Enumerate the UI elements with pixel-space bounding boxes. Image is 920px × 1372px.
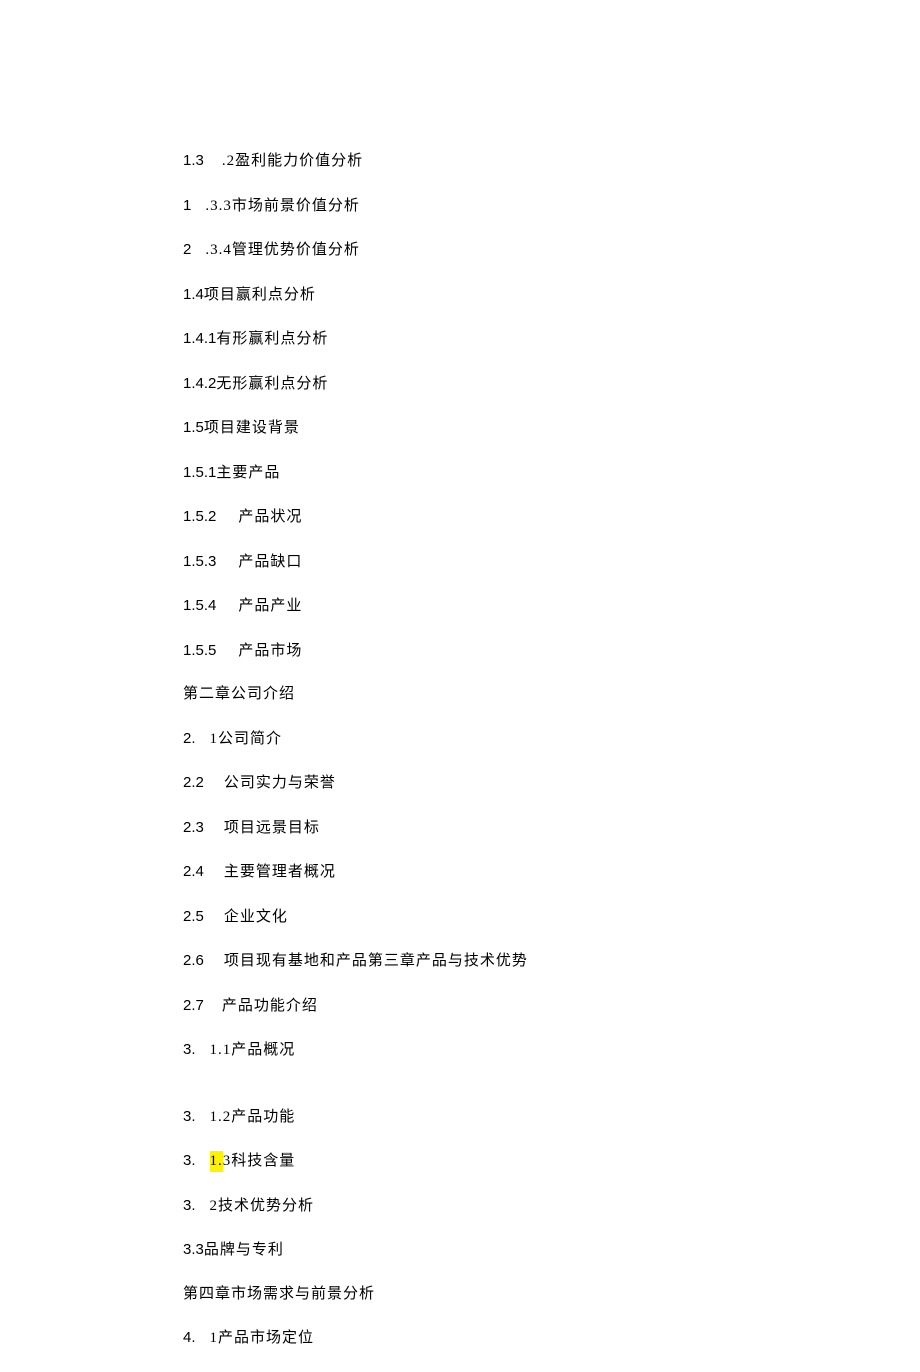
toc-entry: 1 .3.3市场前景价值分析 — [183, 195, 920, 217]
entry-text: 产品缺口 — [238, 554, 302, 570]
entry-text: 1.2产品功能 — [210, 1109, 296, 1125]
toc-entry: 1.5.3 产品缺口 — [183, 551, 920, 573]
entry-number: 2.2 — [183, 774, 204, 791]
toc-entry: 2.2 公司实力与荣誉 — [183, 772, 920, 794]
entry-text: 产品状况 — [238, 509, 302, 525]
toc-entry: 3. 2技术优势分析 — [183, 1195, 920, 1217]
toc-entry: 1.3 .2盈利能力价值分析 — [183, 150, 920, 172]
entry-text: 产品功能介绍 — [222, 998, 318, 1014]
toc-entry: 2.4 主要管理者概况 — [183, 861, 920, 883]
entry-text: 公司实力与荣誉 — [224, 775, 336, 791]
toc-entry: 2. 1公司简介 — [183, 728, 920, 750]
entry-text: 项目远景目标 — [224, 820, 320, 836]
entry-text: .3.4管理优势价值分析 — [205, 242, 360, 258]
entry-number: 3.3 — [183, 1241, 204, 1258]
entry-number: 2. — [183, 730, 196, 747]
entry-number: 1.5.1 — [183, 464, 216, 481]
entry-number: 1.5.2 — [183, 508, 216, 525]
entry-text: 主要管理者概况 — [224, 864, 336, 880]
entry-number: 2.7 — [183, 997, 204, 1014]
entry-number: 3. — [183, 1152, 196, 1169]
entry-number: 1.5.3 — [183, 553, 216, 570]
entry-text: 3科技含量 — [223, 1153, 296, 1169]
entry-text: 2技术优势分析 — [210, 1198, 315, 1214]
toc-entry: 1.4项目赢利点分析 — [183, 284, 920, 306]
entry-text: 1产品市场定位 — [210, 1330, 315, 1346]
entry-number: 2 — [183, 241, 191, 258]
entry-number: 2.6 — [183, 952, 204, 969]
toc-entry: 1.5.1主要产品 — [183, 462, 920, 484]
entry-text: 企业文化 — [224, 909, 288, 925]
entry-number: 1.4.2 — [183, 375, 216, 392]
toc-entry: 1.5.4 产品产业 — [183, 595, 920, 617]
entry-number: 3. — [183, 1197, 196, 1214]
entry-text: .2盈利能力价值分析 — [222, 153, 363, 169]
toc-entry: 1.4.2无形赢利点分析 — [183, 373, 920, 395]
entry-text: 项目赢利点分析 — [204, 287, 316, 303]
entry-text: 产品产业 — [238, 598, 302, 614]
entry-number: 1.4.1 — [183, 330, 216, 347]
entry-text: 主要产品 — [216, 465, 280, 481]
entry-text: 1.1产品概况 — [210, 1042, 296, 1058]
entry-number: 3. — [183, 1108, 196, 1125]
entry-number: 2.5 — [183, 908, 204, 925]
toc-entry: 4. 1产品市场定位 — [183, 1327, 920, 1349]
entry-text: 无形赢利点分析 — [216, 376, 328, 392]
entry-text: 第二章公司介绍 — [183, 686, 295, 702]
entry-text: .3.3市场前景价值分析 — [205, 198, 360, 214]
entry-text: 项目现有基地和产品第三章产品与技术优势 — [224, 953, 528, 969]
entry-number: 1.5.4 — [183, 597, 216, 614]
entry-number: 1.5 — [183, 419, 204, 436]
entry-number: 2.4 — [183, 863, 204, 880]
toc-entry: 3. 1.3科技含量 — [183, 1150, 920, 1172]
entry-number: 1.4 — [183, 286, 204, 303]
toc-entry: 3. 1.1产品概况 — [183, 1039, 920, 1061]
toc-entry: 2.7 产品功能介绍 — [183, 995, 920, 1017]
entry-text: 第四章市场需求与前景分析 — [183, 1286, 375, 1302]
entry-number: 3. — [183, 1041, 196, 1058]
toc-entry: 1.4.1有形赢利点分析 — [183, 328, 920, 350]
toc-entry: 3. 1.2产品功能 — [183, 1106, 920, 1128]
entry-text: 项目建设背景 — [204, 420, 300, 436]
toc-entry: 3.3品牌与专利 — [183, 1239, 920, 1261]
toc-entry: 2.6 项目现有基地和产品第三章产品与技术优势 — [183, 950, 920, 972]
document-content: 1.3 .2盈利能力价值分析 1 .3.3市场前景价值分析 2 .3.4管理优势价值分析 1… — [183, 150, 920, 1349]
toc-entry: 2.3 项目远景目标 — [183, 817, 920, 839]
blank-line — [183, 1084, 920, 1106]
entry-number: 2.3 — [183, 819, 204, 836]
entry-text: 产品市场 — [238, 643, 302, 659]
toc-entry: 2.5 企业文化 — [183, 906, 920, 928]
entry-text: 有形赢利点分析 — [216, 331, 328, 347]
entry-text: 品牌与专利 — [204, 1242, 284, 1258]
highlighted-text: 1. — [210, 1151, 223, 1172]
toc-entry: 第二章公司介绍 — [183, 684, 920, 705]
toc-entry: 1.5.2 产品状况 — [183, 506, 920, 528]
toc-entry: 1.5项目建设背景 — [183, 417, 920, 439]
entry-number: 4. — [183, 1329, 196, 1346]
entry-number: 1.5.5 — [183, 642, 216, 659]
entry-text: 1公司简介 — [210, 731, 283, 747]
toc-entry: 第四章市场需求与前景分析 — [183, 1284, 920, 1305]
entry-number: 1.3 — [183, 152, 204, 169]
toc-entry: 2 .3.4管理优势价值分析 — [183, 239, 920, 261]
toc-entry: 1.5.5 产品市场 — [183, 640, 920, 662]
entry-number: 1 — [183, 197, 191, 214]
